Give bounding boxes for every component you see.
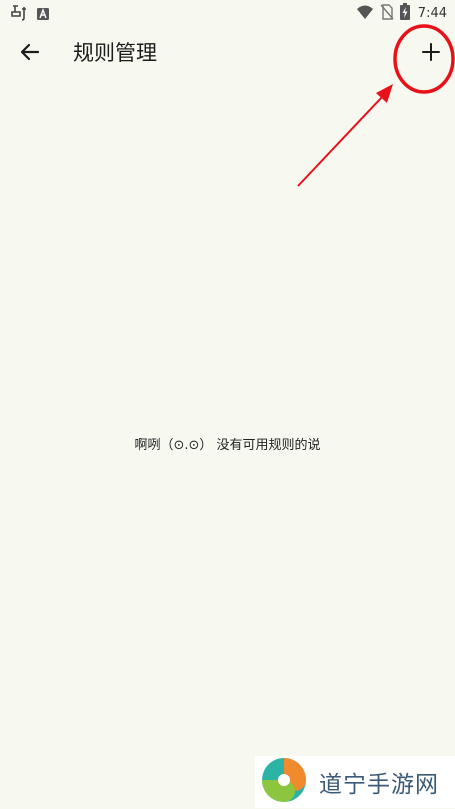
- arrow-left-icon: [20, 42, 40, 66]
- text-a-icon: [36, 6, 50, 25]
- watermark-text: 道宁手游网: [319, 772, 439, 798]
- status-left: [10, 4, 50, 26]
- status-right: 7:44: [356, 3, 447, 24]
- status-time: 7:44: [417, 6, 447, 21]
- annotation-overlay: [297, 24, 455, 187]
- no-sim-icon: [380, 3, 394, 24]
- watermark-logo-icon: [255, 755, 313, 809]
- add-rule-button[interactable]: [413, 36, 449, 72]
- page-title: 规则管理: [73, 41, 157, 65]
- app-bar: 规则管理: [0, 26, 455, 82]
- wifi-icon: [356, 4, 374, 24]
- watermark: 道宁手游网: [255, 756, 455, 808]
- notification-app-icon: [10, 4, 28, 26]
- annotation-arrow-line: [297, 96, 383, 187]
- battery-charging-icon: [399, 3, 410, 24]
- annotation-arrow-head: [376, 84, 393, 103]
- status-bar: 7:44: [0, 0, 455, 26]
- plus-icon: [422, 43, 440, 65]
- back-button[interactable]: [12, 36, 48, 72]
- empty-state-message: 啊咧（⊙.⊙） 没有可用规则的说: [134, 438, 321, 453]
